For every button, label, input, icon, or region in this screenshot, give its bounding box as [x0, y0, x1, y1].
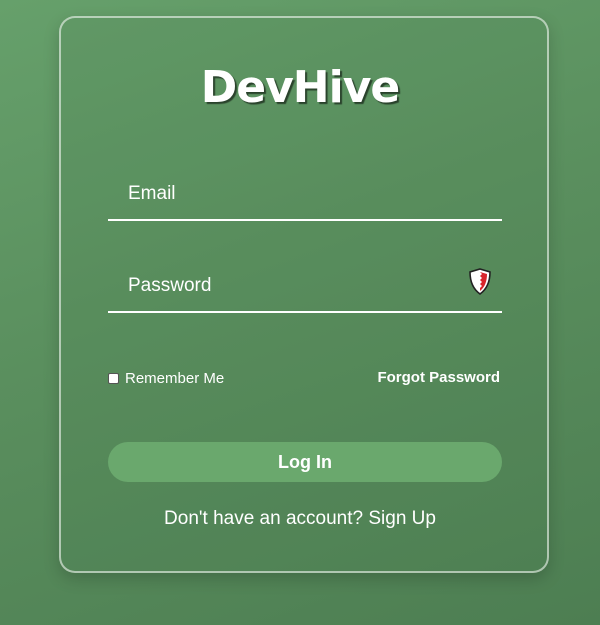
remember-me[interactable]: Remember Me [108, 368, 224, 388]
password-input[interactable] [128, 269, 448, 303]
email-input[interactable] [128, 177, 448, 211]
password-manager-shield-icon[interactable] [468, 268, 492, 296]
email-field-wrapper [108, 173, 502, 221]
login-button[interactable]: Log In [108, 442, 502, 482]
remember-me-label: Remember Me [125, 369, 225, 387]
password-field-wrapper [108, 265, 502, 313]
signup-prompt: Don't have an account? Sign Up [0, 508, 600, 530]
remember-me-checkbox[interactable] [108, 372, 119, 384]
signup-prompt-text: Don't have an account? [164, 508, 369, 529]
forgot-password-link[interactable]: Forgot Password [377, 368, 500, 388]
signup-link[interactable]: Sign Up [368, 508, 436, 529]
app-title: DevHive [200, 62, 400, 113]
